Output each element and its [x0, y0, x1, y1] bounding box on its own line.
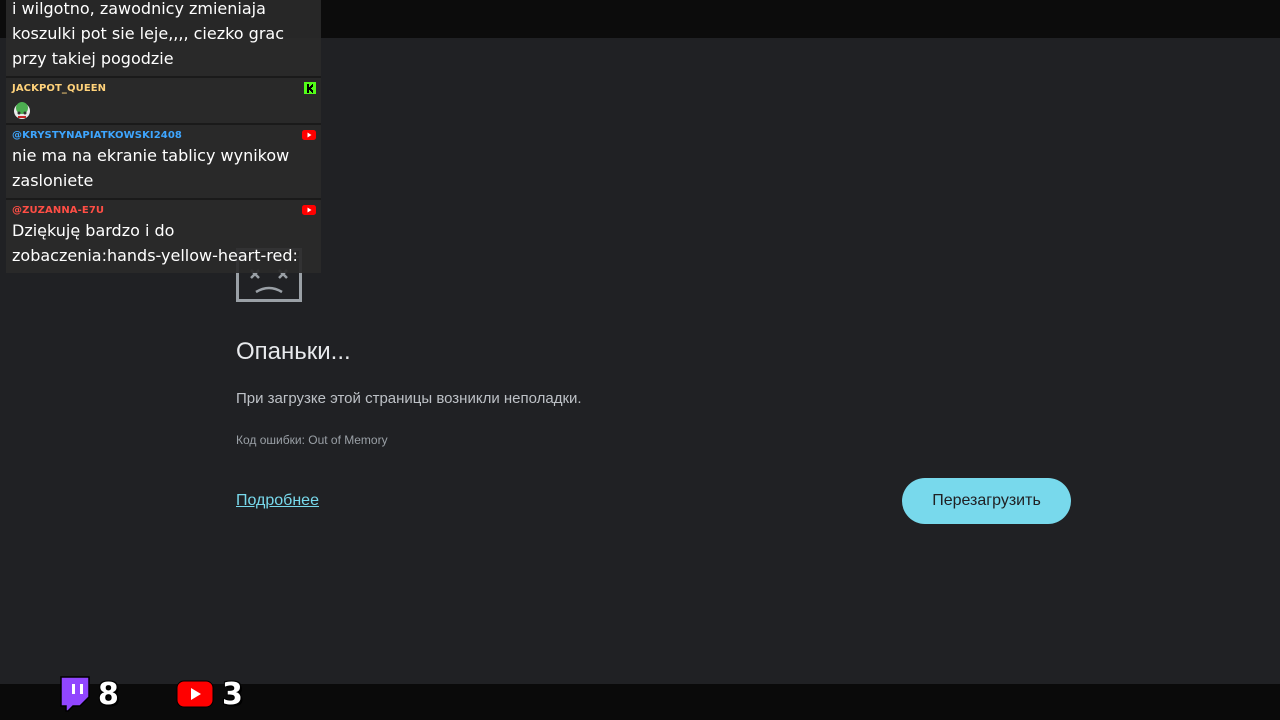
- chat-message-text: i wilgotno, zawodnicy zmieniaja koszulki…: [12, 0, 285, 68]
- chat-message: @KRYSTYNAPIATKOWSKI2408 nie ma na ekrani…: [6, 125, 321, 200]
- reload-button[interactable]: Перезагрузить: [902, 478, 1071, 524]
- error-title: Опаньки...: [236, 338, 351, 365]
- chat-overlay: i wilgotno, zawodnicy zmieniaja koszulki…: [6, 0, 321, 273]
- green-face-emote-icon: [14, 101, 30, 119]
- chat-message: i wilgotno, zawodnicy zmieniaja koszulki…: [6, 0, 321, 78]
- chat-username: @ZUZANNA-E7U: [12, 205, 105, 216]
- details-link[interactable]: Подробнее: [236, 492, 319, 510]
- chat-username: JACKPOT_QUEEN: [12, 83, 107, 94]
- twitch-viewer-count: 8: [98, 676, 119, 712]
- youtube-icon: [302, 130, 316, 140]
- youtube-icon: [176, 680, 214, 708]
- chat-message-text: [12, 96, 315, 119]
- chat-message-text: Dziękuję bardzo i do zobaczenia:hands-ye…: [12, 221, 298, 265]
- youtube-icon: [302, 205, 316, 215]
- chat-message-text: nie ma na ekranie tablicy wynikow zaslon…: [12, 146, 290, 190]
- youtube-viewers: 3: [176, 672, 243, 716]
- error-description: При загрузке этой страницы возникли непо…: [236, 390, 582, 407]
- twitch-icon: [60, 676, 90, 712]
- youtube-viewer-count: 3: [222, 676, 243, 712]
- chat-message: @ZUZANNA-E7U Dziękuję bardzo i do zobacz…: [6, 200, 321, 273]
- chat-message: JACKPOT_QUEEN: [6, 78, 321, 125]
- error-code: Код ошибки: Out of Memory: [236, 433, 388, 447]
- twitch-viewers: 8: [58, 672, 119, 716]
- chat-username: @KRYSTYNAPIATKOWSKI2408: [12, 130, 182, 141]
- kick-icon: [304, 82, 316, 94]
